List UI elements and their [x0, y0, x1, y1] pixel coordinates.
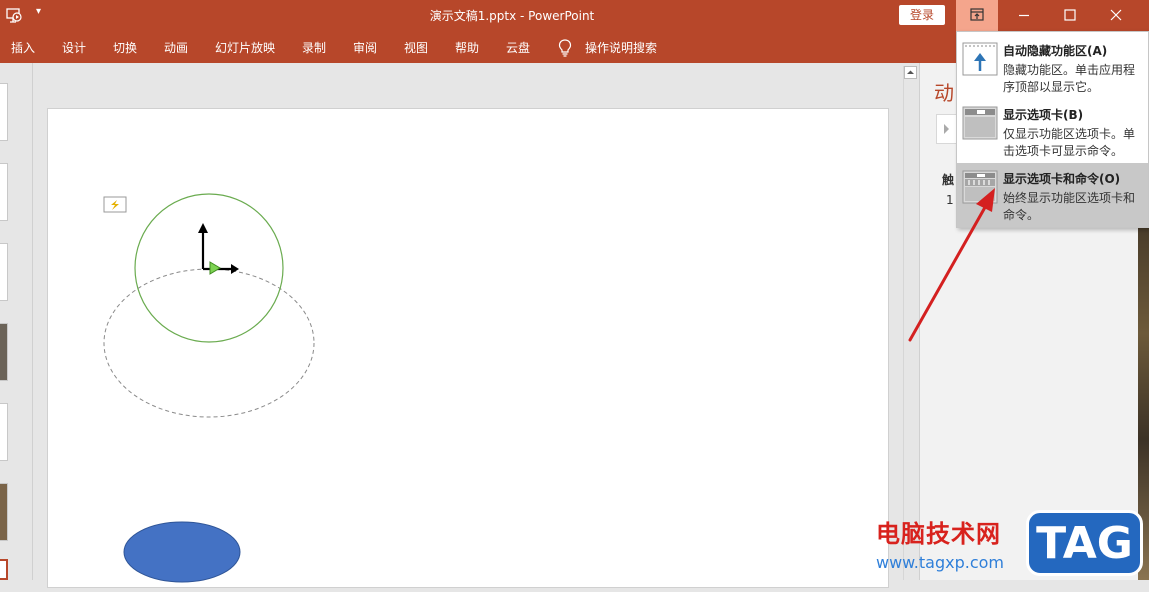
tab-view[interactable]: 视图 — [404, 39, 428, 56]
menu-item-description: 仅显示功能区选项卡。单击选项卡可显示命令。 — [1003, 127, 1136, 158]
show-tabs-icon — [962, 106, 998, 140]
tab-help[interactable]: 帮助 — [455, 39, 479, 56]
scroll-up-button[interactable] — [904, 66, 917, 79]
panel-divider — [32, 63, 33, 580]
menu-item-auto-hide-ribbon[interactable]: 自动隐藏功能区(A) 隐藏功能区。单击应用程序顶部以显示它。 — [957, 35, 1148, 99]
slide-content — [103, 193, 315, 583]
slide-thumbnail[interactable] — [0, 83, 8, 141]
menu-item-title: 自动隐藏功能区(A) — [1003, 44, 1108, 58]
tell-me-search[interactable]: 操作说明搜索 — [585, 39, 657, 56]
slide-canvas[interactable] — [47, 108, 889, 588]
watermark-text: 电脑技术网 — [876, 520, 1001, 548]
tab-slideshow[interactable]: 幻灯片放映 — [215, 39, 275, 56]
motion-start-icon — [209, 261, 221, 275]
tab-review[interactable]: 审阅 — [353, 39, 377, 56]
slide-thumbnail[interactable] — [0, 483, 8, 541]
tab-animations[interactable]: 动画 — [164, 39, 188, 56]
auto-hide-ribbon-icon — [962, 42, 998, 76]
slide-thumbnail[interactable] — [0, 403, 8, 461]
ribbon-display-icon — [970, 8, 984, 21]
tab-design[interactable]: 设计 — [62, 39, 86, 56]
login-button[interactable]: 登录 — [899, 5, 945, 25]
minimize-button[interactable] — [1001, 0, 1047, 31]
tab-insert[interactable]: 插入 — [11, 39, 35, 56]
ribbon-display-options-button[interactable] — [956, 0, 998, 31]
tab-record[interactable]: 录制 — [302, 39, 326, 56]
menu-item-show-tabs[interactable]: 显示选项卡(B) 仅显示功能区选项卡。单击选项卡可显示命令。 — [957, 99, 1148, 163]
slide-thumbnail[interactable] — [0, 323, 8, 381]
watermark-url: www.tagxp.com — [876, 553, 1004, 572]
menu-item-description: 始终显示功能区选项卡和命令。 — [1003, 191, 1136, 222]
title-bar: ▾ 演示文稿1.pptx - PowerPoint 登录 — [0, 0, 1149, 31]
animation-pane-title: 动 — [934, 81, 954, 105]
slide-thumbnail-selected[interactable] — [0, 559, 8, 580]
close-icon — [1110, 9, 1122, 21]
close-button[interactable] — [1093, 0, 1139, 31]
menu-item-description: 隐藏功能区。单击应用程序顶部以显示它。 — [1003, 63, 1136, 94]
blue-ellipse-shape — [123, 521, 241, 583]
tab-transitions[interactable]: 切换 — [113, 39, 137, 56]
slide-thumbnails-panel[interactable] — [0, 63, 33, 580]
menu-item-title: 显示选项卡和命令(O) — [1003, 172, 1121, 186]
watermark-badge: TAG — [1026, 510, 1143, 576]
window-title: 演示文稿1.pptx - PowerPoint — [429, 9, 595, 23]
lightbulb-icon — [558, 39, 572, 57]
caret-up-icon — [907, 70, 914, 74]
annotation-arrow — [908, 188, 995, 342]
minimize-icon — [1019, 14, 1029, 17]
motion-path-ellipse — [103, 268, 315, 418]
maximize-button[interactable] — [1047, 0, 1093, 31]
menu-item-title: 显示选项卡(B) — [1003, 108, 1084, 122]
maximize-icon — [1064, 9, 1076, 21]
tab-cloud[interactable]: 云盘 — [506, 39, 530, 56]
slide-thumbnail[interactable] — [0, 163, 8, 221]
slide-thumbnail[interactable] — [0, 243, 8, 301]
